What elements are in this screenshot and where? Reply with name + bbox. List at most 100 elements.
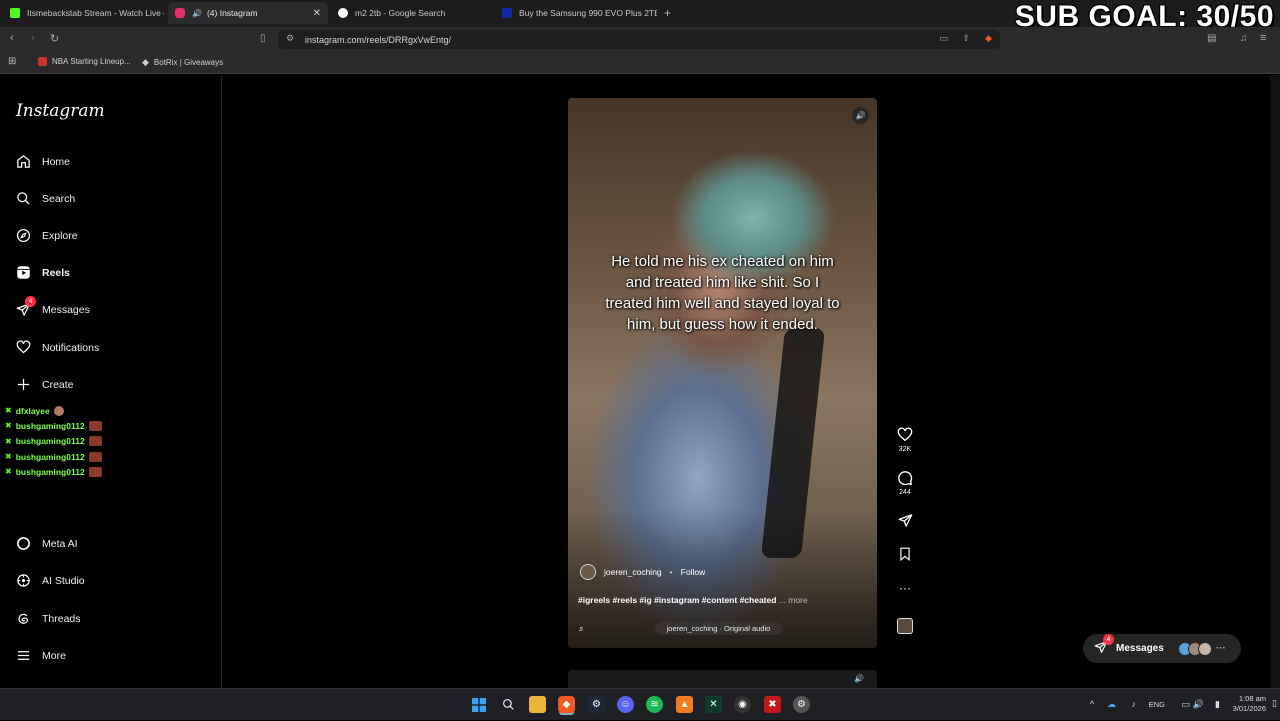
emote-icon: [88, 466, 102, 477]
brave-shield-icon[interactable]: ◆: [985, 33, 992, 44]
sidebar-item-notifications[interactable]: Notifications: [15, 339, 99, 356]
clock-time: 1:08 am: [1238, 694, 1266, 703]
save-button[interactable]: [893, 547, 917, 564]
back-icon[interactable]: ‹: [10, 32, 14, 44]
instagram-sidebar: Instagram Home Search Explore Reels 4 Me…: [0, 75, 222, 688]
sidebar-icon[interactable]: ▤: [1207, 33, 1216, 44]
music-note-icon: ♬: [578, 623, 586, 633]
share-button[interactable]: [893, 513, 917, 531]
apps-grid-icon[interactable]: ⊞: [8, 56, 16, 67]
page-scrollbar[interactable]: [1270, 75, 1280, 688]
clock[interactable]: 1:08 am 3/01/2026: [1233, 694, 1266, 714]
share-icon[interactable]: ⇪: [962, 33, 970, 44]
more-link[interactable]: ... more: [779, 595, 808, 605]
tab-kick-stream[interactable]: Itsmebackstab Stream - Watch Live o: [4, 2, 164, 24]
sidebar-item-reels[interactable]: Reels: [15, 264, 70, 281]
spotify-icon[interactable]: ≋: [646, 696, 663, 713]
chat-username: bushgaming0112: [15, 466, 85, 477]
messages-pill[interactable]: 4 Messages ···: [1083, 634, 1241, 663]
sidebar-item-ai-studio[interactable]: AI Studio: [15, 572, 85, 589]
reel-hashtags[interactable]: #igreels #reels #ig #instagram #content …: [578, 595, 776, 605]
media-icon[interactable]: ♫: [1240, 33, 1248, 44]
avatar[interactable]: [580, 564, 596, 580]
address-input[interactable]: ⚙ instagram.com/reels/DRRgxVwEntg/ ▭ ⇪ ◆: [278, 30, 1000, 49]
kick-icon: [10, 8, 20, 18]
bookmark-icon[interactable]: ▯: [260, 33, 266, 44]
like-button[interactable]: 32K: [893, 427, 917, 453]
audio-label: joeren_coching · Original audio: [654, 621, 783, 635]
speaker-icon: 🔊: [192, 8, 202, 18]
chat-line: ✖ bushgaming0112: [5, 449, 102, 464]
settings-icon[interactable]: ⚙: [793, 696, 810, 713]
site-info-icon[interactable]: ⚙: [286, 33, 294, 44]
author-username[interactable]: joeren_coching: [604, 567, 662, 577]
reel-author: joeren_coching • Follow: [580, 564, 705, 580]
chat-line: ✖ dfxlayee: [5, 403, 102, 418]
bookmark-nba[interactable]: NBA Starting Lineup...: [38, 57, 131, 66]
brave-browser-icon[interactable]: ◆: [558, 696, 575, 713]
clock-date: 3/01/2026: [1232, 704, 1266, 713]
forward-icon[interactable]: ›: [31, 32, 35, 44]
kick-icon: ✖: [5, 467, 12, 477]
battery-icon[interactable]: ▮: [1215, 699, 1220, 710]
sidebar-item-threads[interactable]: Threads: [15, 610, 81, 627]
volume-icon[interactable]: 🔊: [1193, 699, 1204, 710]
tab-samsung[interactable]: Buy the Samsung 990 EVO Plus 2TB: [502, 2, 657, 24]
microphone-icon[interactable]: ♪: [1132, 699, 1137, 709]
volume-icon[interactable]: 🔊: [854, 674, 864, 683]
reload-icon[interactable]: ↻: [50, 32, 59, 45]
kick-icon: ✖: [5, 452, 12, 462]
reel-audio[interactable]: ♬ joeren_coching · Original audio: [578, 620, 821, 636]
next-reel-preview[interactable]: 🔊: [568, 670, 877, 688]
sidebar-item-messages[interactable]: 4 Messages: [15, 296, 90, 318]
sidebar-item-more[interactable]: More: [15, 647, 66, 664]
search-icon[interactable]: [500, 696, 517, 713]
menu-icon[interactable]: ≡: [1260, 32, 1266, 44]
close-tab-icon[interactable]: ✕: [313, 8, 321, 19]
volume-icon[interactable]: 🔊: [852, 107, 869, 124]
language-indicator[interactable]: ENG: [1149, 700, 1165, 709]
audio-thumbnail[interactable]: [893, 618, 917, 636]
emote-icon: [88, 451, 102, 462]
heart-icon: [893, 427, 917, 446]
comment-button[interactable]: 244: [893, 470, 917, 496]
file-explorer-icon[interactable]: [529, 696, 546, 713]
chevron-up-icon[interactable]: ^: [1090, 699, 1094, 709]
messages-label: Messages: [1116, 643, 1164, 654]
app-icon[interactable]: ✖: [764, 696, 781, 713]
onedrive-icon[interactable]: ☁: [1107, 699, 1116, 710]
cast-icon[interactable]: ▭: [939, 33, 948, 44]
sidebar-item-label: Explore: [42, 229, 78, 242]
compass-icon: [15, 227, 32, 244]
stream-chat-overlay: ✖ dfxlayee ✖ bushgaming0112 ✖ bushgaming011…: [5, 403, 102, 479]
reel-video[interactable]: 🔊 He told me his ex cheated on him and t…: [568, 98, 877, 648]
sidebar-item-meta-ai[interactable]: Meta AI: [15, 535, 78, 552]
plus-icon: [15, 376, 32, 393]
instagram-logo[interactable]: Instagram: [16, 101, 105, 121]
sidebar-item-home[interactable]: Home: [15, 153, 70, 170]
bookmarks-bar: ⊞ NBA Starting Lineup... ◆ BotRix | Give…: [0, 52, 1280, 74]
sidebar-item-explore[interactable]: Explore: [15, 227, 78, 244]
sidebar-item-search[interactable]: Search: [15, 190, 75, 207]
tab-instagram[interactable]: 🔊 (4) Instagram ✕: [168, 2, 328, 24]
sidebar-item-create[interactable]: Create: [15, 376, 74, 393]
tab-label: (4) Instagram: [206, 8, 258, 18]
sidebar-item-label: More: [42, 649, 66, 662]
more-options-icon[interactable]: ···: [893, 581, 917, 595]
steam-icon[interactable]: ⚙: [588, 696, 605, 713]
discord-icon[interactable]: ☺: [617, 696, 634, 713]
kick-icon: ✖: [5, 406, 12, 416]
notifications-icon[interactable]: ▯: [1272, 698, 1277, 709]
new-tab-button[interactable]: +: [664, 6, 671, 20]
xbox-icon[interactable]: ✕: [705, 696, 722, 713]
chat-username: dfxlayee: [15, 405, 50, 416]
bookmark-icon: [893, 547, 917, 564]
windows-start-icon[interactable]: [470, 696, 487, 713]
app-icon[interactable]: ▲: [676, 696, 693, 713]
notification-badge: 4: [25, 296, 36, 307]
follow-button[interactable]: Follow: [681, 567, 706, 577]
bookmark-botrix[interactable]: ◆ BotRix | Giveaways: [142, 57, 223, 68]
tab-google-search[interactable]: m2 2tb - Google Search: [338, 2, 488, 24]
obs-icon[interactable]: ◉: [734, 696, 751, 713]
network-icon[interactable]: ▭: [1181, 699, 1190, 710]
